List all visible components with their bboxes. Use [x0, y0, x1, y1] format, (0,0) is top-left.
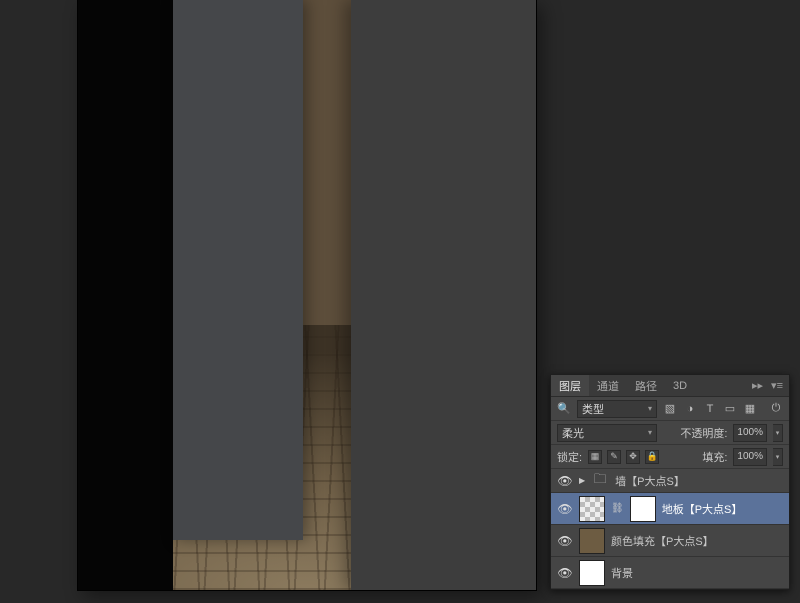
tab-paths[interactable]: 路径 [627, 375, 665, 396]
layer-mask-thumbnail [630, 496, 656, 522]
artwork-wall-left-grey [173, 0, 303, 540]
fill-value-box[interactable]: 100% [733, 448, 767, 466]
opacity-stepper[interactable]: ▾ [773, 424, 783, 442]
document-canvas[interactable] [78, 0, 536, 590]
tab-3d[interactable]: 3D [665, 375, 695, 396]
lock-all-icon[interactable]: 🔒 [645, 450, 659, 464]
collapse-icon[interactable]: ▸▸ [752, 379, 763, 392]
lock-pixels-icon[interactable]: ✎ [607, 450, 621, 464]
fill-stepper[interactable]: ▾ [773, 448, 783, 466]
panel-tabs: 图层 通道 路径 3D ▸▸ ▾≡ [551, 375, 789, 397]
filter-smart-icon[interactable]: ▦ [743, 401, 757, 417]
layer-label: 颜色填充【P大点S】 [611, 533, 714, 549]
tab-layers[interactable]: 图层 [551, 375, 589, 396]
layer-color-fill[interactable]: 👁 颜色填充【P大点S】 [551, 525, 789, 557]
lock-position-icon[interactable]: ✥ [626, 450, 640, 464]
layer-label: 地板【P大点S】 [662, 501, 743, 517]
artwork-wall-left-dark [78, 0, 173, 590]
layer-label: 背景 [611, 565, 633, 581]
filter-adjust-icon[interactable]: ◑ [683, 401, 697, 417]
artwork-wall-right [351, 0, 536, 590]
blend-opacity-row: 柔光▾ 不透明度: 100% ▾ [551, 421, 789, 445]
mask-link-icon[interactable]: ⛓ [611, 503, 624, 514]
visibility-toggle[interactable]: 👁 [557, 533, 573, 549]
lock-fill-row: 锁定: ▦ ✎ ✥ 🔒 填充: 100% ▾ [551, 445, 789, 469]
filter-pixel-icon[interactable]: ▧ [663, 401, 677, 417]
panel-menu-icon[interactable]: ▾≡ [771, 379, 783, 392]
layer-background[interactable]: 👁 背景 [551, 557, 789, 589]
search-icon[interactable]: 🔍 [557, 401, 571, 417]
layer-floor[interactable]: 👁 ⛓ 地板【P大点S】 [551, 493, 789, 525]
layer-group-wall[interactable]: 👁 ▶ 🗀 墙【P大点S】 [551, 469, 789, 493]
visibility-toggle[interactable]: 👁 [557, 565, 573, 581]
folder-icon: 🗀 [591, 474, 609, 488]
filter-toggle-icon[interactable]: ⏻ [769, 401, 783, 417]
opacity-label: 不透明度: [680, 425, 727, 441]
lock-transparency-icon[interactable]: ▦ [588, 450, 602, 464]
layer-thumbnail [579, 560, 605, 586]
lock-label: 锁定: [557, 449, 582, 465]
fill-label: 填充: [702, 449, 727, 465]
visibility-toggle[interactable]: 👁 [557, 473, 573, 489]
filter-type-combo[interactable]: 类型▾ [577, 400, 657, 418]
opacity-value-box[interactable]: 100% [733, 424, 767, 442]
layers-panel: 图层 通道 路径 3D ▸▸ ▾≡ 🔍 类型▾ ▧ ◑ T ▭ ▦ ⏻ 柔光▾ … [550, 374, 790, 590]
blend-mode-combo[interactable]: 柔光▾ [557, 424, 657, 442]
disclosure-triangle-icon[interactable]: ▶ [579, 476, 585, 485]
filter-shape-icon[interactable]: ▭ [723, 401, 737, 417]
layer-label: 墙【P大点S】 [615, 473, 685, 489]
layer-list: 👁 ▶ 🗀 墙【P大点S】 👁 ⛓ 地板【P大点S】 👁 颜色填充【P大点S】 … [551, 469, 789, 589]
filter-type-icon[interactable]: T [703, 401, 717, 417]
visibility-toggle[interactable]: 👁 [557, 501, 573, 517]
layer-thumbnail [579, 528, 605, 554]
layer-thumbnail [579, 496, 605, 522]
lock-controls: ▦ ✎ ✥ 🔒 [588, 450, 659, 464]
tab-channels[interactable]: 通道 [589, 375, 627, 396]
layer-filter-row: 🔍 类型▾ ▧ ◑ T ▭ ▦ ⏻ [551, 397, 789, 421]
